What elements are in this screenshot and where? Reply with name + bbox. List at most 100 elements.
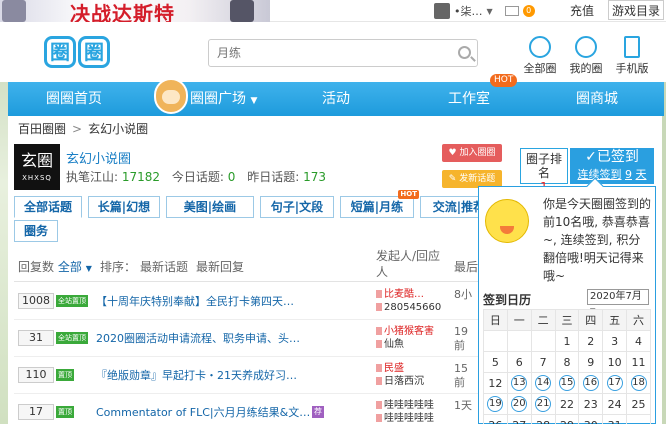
calendar-day[interactable]: 1 [554, 330, 580, 352]
calendar-day[interactable]: 8 [554, 351, 580, 373]
calendar-day[interactable]: 22 [554, 393, 580, 415]
user-box[interactable]: •柒… ▼ 0 [434, 0, 535, 22]
calendar-day[interactable]: 4 [626, 330, 651, 352]
calendar-day[interactable]: 13 [506, 372, 532, 394]
calendar-day[interactable]: 26 [483, 414, 508, 424]
nav-my-circles[interactable]: 我的圈 [564, 36, 608, 76]
responder-line[interactable]: 仙魚 [376, 338, 450, 351]
user-name[interactable]: •柒… [454, 3, 483, 19]
weekday-header: 四 [578, 309, 604, 331]
calendar-day[interactable]: 27 [506, 414, 532, 424]
calendar-day[interactable]: 5 [483, 351, 508, 373]
nav-shop[interactable]: 圈商城 [576, 82, 618, 116]
nav-all-circles[interactable]: 全部圈 [518, 36, 562, 76]
calendar-day[interactable]: 7 [530, 351, 556, 373]
author-line[interactable]: 小猪猴客害 [376, 325, 450, 338]
author-line[interactable]: 民盛 [376, 362, 450, 375]
nav-mobile[interactable]: 手机版 [610, 36, 654, 76]
breadcrumb-current[interactable]: 玄幻小说圈 [88, 122, 148, 136]
replies-filter[interactable]: 回复数 全部 ▼ [18, 258, 92, 275]
last-reply-time-line: 前 [454, 376, 465, 389]
calendar-day[interactable]: 16 [578, 372, 604, 394]
banner-character-right [230, 0, 254, 22]
nav-square-label: 圈圈广场 [190, 91, 246, 107]
responder-line[interactable]: 日落西沉 [376, 375, 450, 388]
site-logo[interactable]: 圈圈 [44, 36, 114, 70]
calendar-day[interactable]: 9 [578, 351, 604, 373]
author-line[interactable]: 哇哇哇哇哇 [376, 399, 450, 412]
author-line[interactable]: 比麦酷… [376, 288, 450, 301]
signed-button[interactable]: ✓已签到 连续签到 9 天 [570, 148, 654, 184]
calendar-day[interactable]: 11 [626, 351, 651, 373]
signed-label: ✓已签到 [585, 149, 639, 165]
avatar-icon [376, 414, 382, 422]
author-name: 民盛 [384, 363, 404, 374]
avatar-icon [376, 340, 382, 348]
calendar-day[interactable]: 6 [506, 351, 532, 373]
site-header: 圈圈 全部圈 我的圈 手机版 [0, 22, 666, 82]
games-directory-button[interactable]: 游戏目录 [608, 0, 665, 20]
reply-count: 17 [18, 404, 54, 420]
user-avatar[interactable] [434, 3, 450, 19]
nav-activities[interactable]: 活动 [322, 82, 350, 116]
calendar-day[interactable]: 30 [578, 414, 604, 424]
calendar-day[interactable]: 18 [626, 372, 651, 394]
calendar-day[interactable]: 25 [626, 393, 651, 415]
calendar-day[interactable]: 15 [554, 372, 580, 394]
signed-day-marker: 18 [630, 375, 647, 391]
tab-sentences[interactable]: 句子|文段 [260, 196, 334, 218]
signed-day-marker: 20 [511, 396, 528, 412]
chick-mascot-icon [485, 199, 529, 243]
calendar-day[interactable]: 20 [506, 393, 532, 415]
tab-affairs[interactable]: 圈务 [14, 220, 58, 242]
breadcrumb-home[interactable]: 百田圈圈 [18, 122, 66, 136]
chevron-down-icon[interactable]: ▼ [487, 7, 493, 16]
calendar-day[interactable]: 29 [554, 414, 580, 424]
calendar-day[interactable]: 2 [578, 330, 604, 352]
mail-icon[interactable] [504, 6, 519, 16]
tab-all[interactable]: 全部话题 [14, 196, 82, 218]
calendar-day[interactable]: 3 [602, 330, 628, 352]
calendar-day[interactable]: 23 [578, 393, 604, 415]
circle-logo-text: 玄圈 [20, 151, 53, 170]
nav-square[interactable]: 圈圈广场 ▼ [190, 82, 257, 116]
nav-home[interactable]: 圈圈首页 [46, 82, 102, 116]
signed-day-marker: 17 [606, 375, 623, 391]
nav-studio[interactable]: 工作室 [448, 82, 490, 116]
join-circle-button[interactable]: ♥ 加入圈圈 [442, 144, 502, 162]
calendar-week: 19 20 21 22 23 24 25 [483, 393, 651, 415]
tab-short-monthly[interactable]: 短篇|月练 HOT [340, 190, 419, 218]
topic-title[interactable]: 2020圈圈活动申请流程、职务申请、头… [96, 330, 336, 346]
topic-title[interactable]: Commentator of FLC|六月月练结果&文… [96, 404, 336, 420]
responder-line[interactable]: 280545660 [376, 301, 450, 314]
month-select[interactable]: 2020年7月 ▼ [587, 289, 649, 315]
table-row: 110 置顶 『绝版勋章』早起打卡・21天养成好习… 民盛 日落西沉 15 前 [14, 358, 484, 394]
search-icon[interactable] [458, 46, 471, 59]
calendar-day[interactable]: 31 [602, 414, 628, 424]
sort-latest-topic[interactable]: 最新话题 [140, 258, 188, 275]
responder-name: 哇哇哇哇哇 [384, 413, 434, 424]
calendar-day[interactable]: 14 [530, 372, 556, 394]
calendar-day[interactable]: 28 [530, 414, 556, 424]
weekday-header: 六 [626, 309, 651, 331]
calendar-day[interactable]: 21 [530, 393, 556, 415]
circle-rank-button[interactable]: 圈子排名 1 [520, 148, 568, 194]
recharge-link[interactable]: 充值 [570, 2, 594, 19]
sort-latest-reply[interactable]: 最新回复 [196, 258, 244, 275]
game-banner[interactable]: 决战达斯特 [0, 0, 270, 22]
circle-logo[interactable]: 玄圈 XHXSQ [14, 144, 60, 190]
calendar-day[interactable]: 24 [602, 393, 628, 415]
tab-art[interactable]: 美图|绘画 [166, 196, 254, 218]
tab-long-fantasy[interactable]: 长篇|幻想 [88, 196, 160, 218]
topic-title[interactable]: 『绝版勋章』早起打卡・21天养成好习… [96, 367, 336, 383]
circle-name[interactable]: 玄幻小说圈 [66, 148, 131, 167]
search-input[interactable] [209, 40, 439, 66]
calendar-day[interactable]: 12 [483, 372, 508, 394]
calendar-day[interactable]: 17 [602, 372, 628, 394]
stat-label: 执笔江山: [66, 170, 119, 184]
responder-line[interactable]: 哇哇哇哇哇 [376, 412, 450, 424]
calendar-day [483, 330, 508, 352]
calendar-day[interactable]: 19 [483, 393, 508, 415]
calendar-day[interactable]: 10 [602, 351, 628, 373]
topic-title[interactable]: 【十周年庆特别奉献】全民打卡第四天… [96, 293, 336, 309]
